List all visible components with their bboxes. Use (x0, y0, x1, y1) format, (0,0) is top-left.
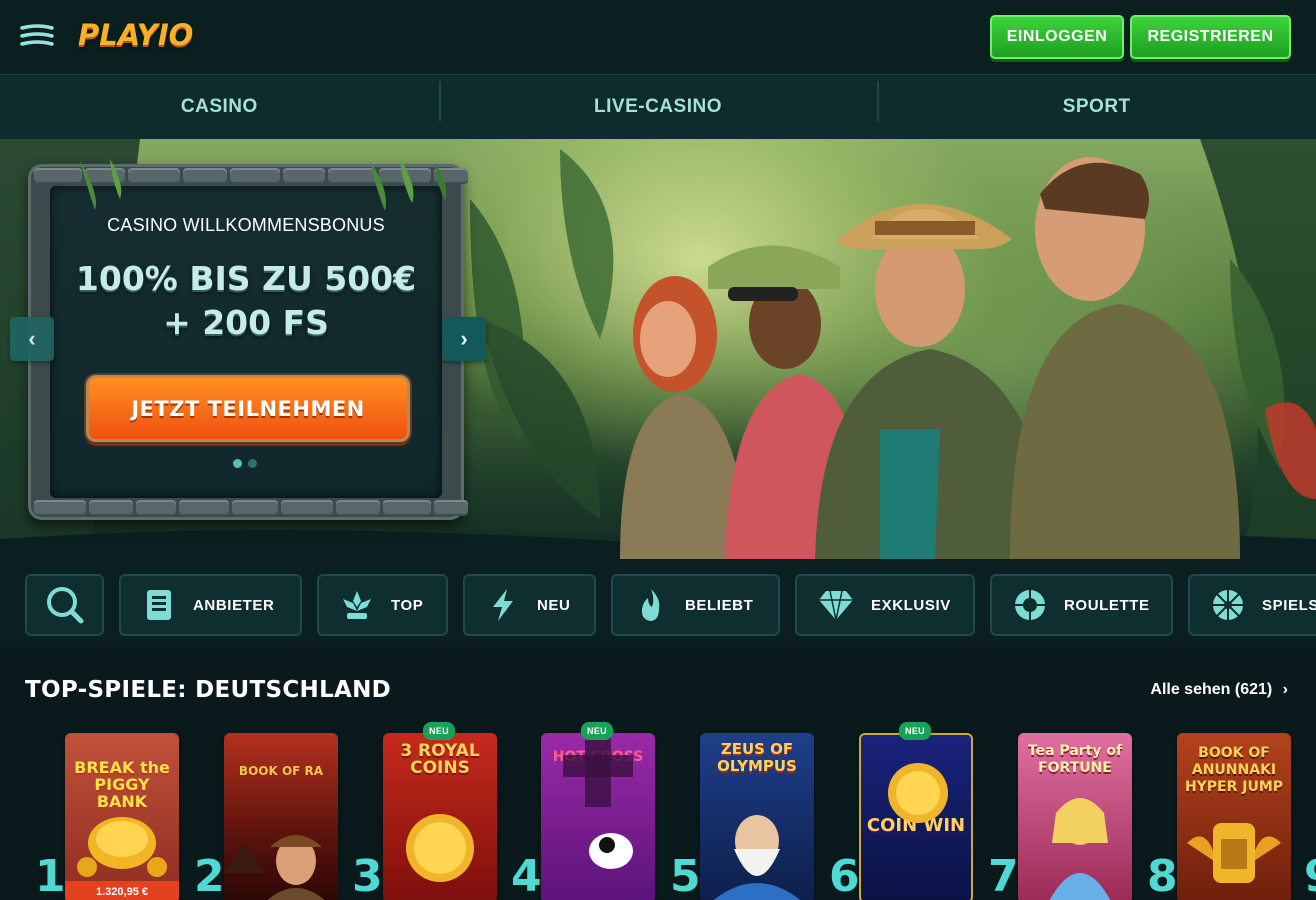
alice-character-icon (1049, 798, 1111, 900)
rank-number: 1 (35, 851, 66, 900)
rank-number: 3 (352, 851, 383, 900)
category-label: ANBIETER (193, 596, 275, 614)
game-tile-1[interactable]: BREAK the PIGGY BANK 1.320,95 € (65, 733, 179, 900)
golden-idol-icon (1187, 823, 1281, 883)
promo-kicker: CASINO WILLKOMMENSBONUS (107, 215, 385, 235)
game-title: BOOK OF ANUNNAKI HYPER JUMP (1184, 745, 1284, 795)
see-all-label: Alle sehen (621) (1150, 681, 1273, 698)
promo-headline-line1: 100% BIS ZU 500€ (75, 259, 417, 298)
new-badge: NEU (423, 722, 455, 740)
search-button[interactable] (25, 574, 104, 636)
category-bar: ANBIETER TOP NEU BELIEBT EXKLUSIV ROULET… (0, 559, 1316, 647)
join-now-button[interactable]: JETZT TEILNEHMEN (86, 375, 410, 442)
new-badge: NEU (899, 722, 931, 740)
category-new[interactable]: NEU (463, 574, 596, 636)
lightning-icon (493, 589, 513, 621)
chevron-right-icon: › (1282, 681, 1288, 698)
carousel-dots (233, 459, 257, 468)
rank-number: 8 (1147, 851, 1178, 900)
rank-number: 9 (1304, 852, 1316, 900)
main-nav: CASINO LIVE-CASINO SPORT (0, 74, 1316, 139)
game-title: 3 ROYAL COINS (400, 741, 480, 778)
top-games-section: TOP-SPIELE: DEUTSCHLAND Alle sehen (621)… (0, 647, 1316, 900)
carousel-prev-button[interactable]: ‹ (10, 317, 54, 361)
category-label: NEU (537, 596, 571, 614)
stone-border-bottom (34, 500, 468, 516)
nav-item-live-casino[interactable]: LIVE-CASINO (438, 75, 878, 139)
category-providers[interactable]: ANBIETER (119, 574, 302, 636)
category-exclusive[interactable]: EXKLUSIV (795, 574, 975, 636)
hamburger-menu-icon[interactable] (18, 22, 56, 50)
register-button[interactable]: REGISTRIEREN (1130, 15, 1291, 59)
game-tile-3[interactable]: 3 ROYAL COINS (383, 733, 497, 900)
diamond-icon (819, 590, 853, 621)
jackpot-amount: 1.320,95 € (65, 881, 179, 900)
roulette-icon (1015, 590, 1045, 620)
hero-banner: CASINO WILLKOMMENSBONUS 100% BIS ZU 500€… (0, 139, 1316, 559)
category-top[interactable]: TOP (317, 574, 448, 636)
game-title: ZEUS OF OLYMPUS (717, 740, 797, 775)
search-icon (47, 587, 84, 624)
login-button[interactable]: EINLOGGEN (990, 15, 1124, 59)
game-tile-8[interactable]: BOOK OF ANUNNAKI HYPER JUMP (1177, 733, 1291, 900)
category-label: ROULETTE (1064, 596, 1150, 614)
category-label: BELIEBT (685, 596, 754, 614)
game-tile-2[interactable]: BOOK OF RA (224, 733, 338, 900)
nav-item-sport[interactable]: SPORT (877, 75, 1316, 139)
gold-coin-icon (888, 763, 948, 823)
wheel-icon (1213, 590, 1243, 620)
rank-number: 2 (194, 851, 225, 900)
chevron-left-icon: ‹ (28, 326, 36, 351)
promo-headline: 100% BIS ZU 500€ + 200 FS (28, 257, 464, 345)
rank-number: 7 (988, 851, 1019, 900)
chevron-right-icon: › (460, 326, 468, 351)
category-game-shows[interactable]: SPIELS (1188, 574, 1316, 636)
lotus-icon (343, 591, 371, 619)
nav-item-casino[interactable]: CASINO (0, 75, 439, 139)
carousel-next-button[interactable]: › (442, 317, 486, 361)
see-all-link[interactable]: Alle sehen (621) › (1150, 681, 1288, 699)
site-header: PLAYIO EINLOGGEN REGISTRIEREN (0, 0, 1316, 74)
game-tile-5[interactable]: ZEUS OF OLYMPUS (700, 733, 814, 900)
category-label: EXKLUSIV (871, 596, 951, 614)
category-label: SPIELS (1262, 596, 1316, 614)
game-tile-4[interactable]: HOT CROSS (541, 733, 655, 900)
piggy-bank-icon (77, 817, 167, 877)
zeus-icon (713, 815, 801, 900)
site-logo[interactable]: PLAYIO (78, 18, 193, 52)
vine-decoration (80, 159, 447, 211)
section-title: TOP-SPIELE: DEUTSCHLAND (25, 677, 392, 703)
game-tile-6[interactable]: COIN WIN (859, 733, 973, 900)
new-badge: NEU (581, 722, 613, 740)
provider-icon (147, 590, 171, 620)
category-popular[interactable]: BELIEBT (611, 574, 780, 636)
game-tile-7[interactable]: Tea Party of FORTUNE (1018, 733, 1132, 900)
carousel-dot-1[interactable] (233, 459, 242, 468)
game-title: Tea Party of FORTUNE (1027, 743, 1123, 776)
rank-number: 4 (511, 851, 542, 900)
game-title: BOOK OF RA (238, 764, 324, 778)
carousel-dot-2[interactable] (248, 459, 257, 468)
category-roulette[interactable]: ROULETTE (990, 574, 1173, 636)
explorers-illustration (620, 157, 1240, 559)
gold-coin-icon (406, 814, 474, 882)
promo-headline-line2: + 200 FS (163, 303, 329, 342)
rank-number: 5 (670, 851, 701, 900)
rank-number: 6 (829, 851, 860, 900)
flame-icon (641, 589, 660, 621)
explorer-icon (224, 835, 325, 900)
category-label: TOP (391, 596, 424, 614)
cross-icon (563, 737, 633, 869)
